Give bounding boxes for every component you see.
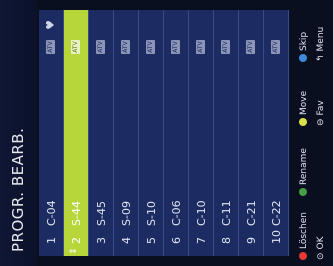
channel-number: 9 (245, 237, 258, 244)
atv-badge: ATV (196, 40, 205, 54)
channel-number: 2 (70, 237, 83, 244)
channel-name: S-10 (145, 201, 158, 226)
legend-skip-label: Skip (299, 31, 309, 51)
legend-rename[interactable]: Rename (299, 148, 309, 196)
channel-number: 10 (270, 230, 283, 244)
channel-number: 3 (95, 237, 108, 244)
tv-screen: PROGR. BEARB. 1 C-04 ATV ♥ ⇕ 2 S-44 ATV … (0, 0, 333, 266)
legend-delete-label: Löschen (299, 212, 309, 249)
channel-number: 6 (170, 237, 183, 244)
atv-badge: ATV (121, 40, 130, 54)
legend-fav[interactable]: ⊖ Fav (316, 100, 326, 126)
channel-name: S-09 (120, 201, 133, 226)
channel-row-6[interactable]: 6 C-06 ATV (164, 10, 189, 256)
channel-name: C-22 (270, 200, 283, 226)
legend-move[interactable]: Move (299, 91, 309, 126)
back-arrow-icon: ↰ (316, 54, 326, 62)
channel-name: S-44 (70, 201, 83, 226)
title-bar: PROGR. BEARB. (0, 0, 37, 266)
legend-delete[interactable]: Löschen (299, 212, 309, 260)
atv-badge: ATV (71, 40, 80, 54)
yellow-button-icon (299, 118, 307, 126)
channel-name: C-21 (245, 200, 258, 226)
legend-menu[interactable]: ↰ Menu (316, 27, 326, 62)
legend-ok[interactable]: ⊙ OK (316, 236, 326, 260)
fav-icon: ⊖ (316, 118, 326, 126)
channel-row-5[interactable]: 5 S-10 ATV (139, 10, 164, 256)
ok-icon: ⊙ (316, 252, 326, 260)
atv-badge: ATV (271, 40, 280, 54)
channel-name: C-11 (220, 200, 233, 226)
blue-button-icon (299, 54, 307, 62)
legend-skip[interactable]: Skip (299, 32, 309, 62)
channel-number: 8 (220, 237, 233, 244)
red-button-icon (299, 252, 307, 260)
button-legend: Löschen Rename Move Skip ⊙ OK ⊖ Fav ↰ Menu (293, 0, 333, 266)
atv-badge: ATV (246, 40, 255, 54)
legend-fav-label: Fav (316, 100, 326, 116)
channel-name: S-45 (95, 201, 108, 226)
atv-badge: ATV (171, 40, 180, 54)
channel-row-2-selected[interactable]: ⇕ 2 S-44 ATV (64, 10, 89, 256)
atv-badge: ATV (146, 40, 155, 54)
legend-menu-label: Menu (316, 26, 326, 52)
legend-ok-label: OK (316, 236, 326, 250)
legend-rename-label: Rename (299, 148, 309, 185)
channel-row-8[interactable]: 8 C-11 ATV (214, 10, 239, 256)
channel-name: C-04 (45, 200, 58, 226)
channel-row-7[interactable]: 7 C-10 ATV (189, 10, 214, 256)
channel-row-3[interactable]: 3 S-45 ATV (89, 10, 114, 256)
channel-number: 4 (120, 237, 133, 244)
channel-row-4[interactable]: 4 S-09 ATV (114, 10, 139, 256)
legend-move-label: Move (299, 90, 309, 115)
atv-badge: ATV (221, 40, 230, 54)
heart-icon: ♥ (44, 20, 57, 30)
green-button-icon (299, 188, 307, 196)
channel-list: 1 C-04 ATV ♥ ⇕ 2 S-44 ATV 3 S-45 ATV 4 S… (39, 10, 289, 256)
atv-badge: ATV (96, 40, 105, 54)
channel-name: C-10 (195, 200, 208, 226)
channel-row-1[interactable]: 1 C-04 ATV ♥ (39, 10, 64, 256)
channel-number: 5 (145, 237, 158, 244)
channel-number: 7 (195, 237, 208, 244)
channel-row-9[interactable]: 9 C-21 ATV (239, 10, 264, 256)
channel-number: 1 (45, 237, 58, 244)
channel-row-10[interactable]: 10 C-22 ATV (264, 10, 289, 256)
atv-badge: ATV (46, 40, 55, 54)
page-title: PROGR. BEARB. (9, 127, 27, 252)
up-down-arrows-icon: ⇕ (69, 247, 79, 255)
channel-name: C-06 (170, 200, 183, 226)
